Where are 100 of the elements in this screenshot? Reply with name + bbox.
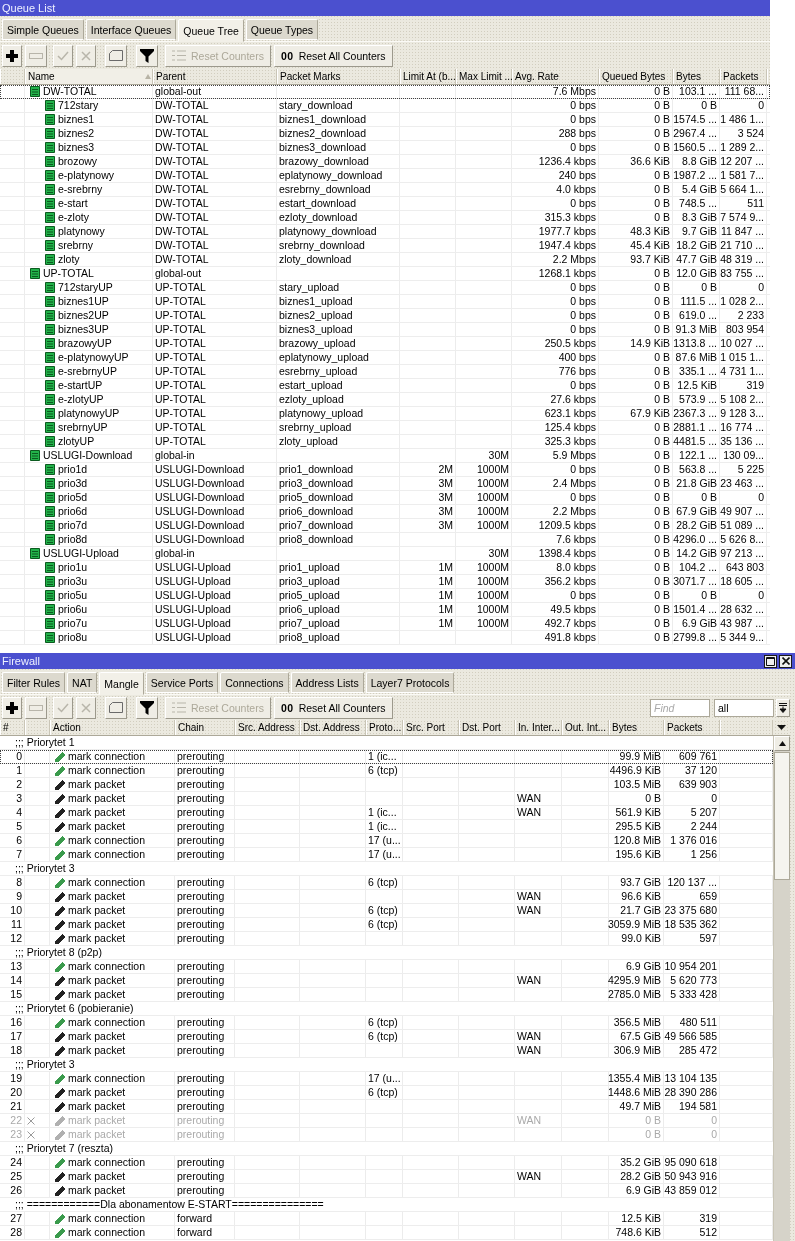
queue-row[interactable]: platynowy DW-TOTAL platynowy_download 1977.7 kbps 48.3 KiB 9.7 GiB 11 847 ... <box>0 225 770 239</box>
queue-row[interactable]: e-platynowy DW-TOTAL eplatynowy_download 240 bps 0 B 1987.2 ... 1 581 7... <box>0 169 770 183</box>
rule-row[interactable]: 20 mark packet prerouting 6 (tcp) 1448.6 MiB 28 390 286 <box>0 1086 773 1100</box>
queue-row[interactable]: zlotyUP UP-TOTAL zloty_upload 325.3 kbps 0 B 4481.5 ... 35 136 ... <box>0 435 770 449</box>
rule-row[interactable]: 4 mark packet prerouting 1 (ic... WAN 561.9 KiB 5 207 <box>0 806 773 820</box>
rule-row[interactable]: 15 mark packet prerouting 2785.0 MiB 5 333 428 <box>0 988 773 1002</box>
tab[interactable]: NAT <box>67 672 98 693</box>
tab[interactable]: Queue Types <box>245 19 319 40</box>
queue-row[interactable]: prio6u USLUGI-Upload prio6_upload 1M 1000M 49.5 kbps 0 B 1501.4 ... 28 632 ... <box>0 603 770 617</box>
tab[interactable]: Interface Queues <box>85 19 177 40</box>
rule-row[interactable]: 21 mark packet prerouting 49.7 MiB 194 581 <box>0 1100 773 1114</box>
queue-row[interactable]: prio1d USLUGI-Download prio1_download 2M 1000M 0 bps 0 B 563.8 ... 5 225 <box>0 463 770 477</box>
queue-row[interactable]: prio3d USLUGI-Download prio3_download 3M 1000M 2.4 Mbps 0 B 21.8 GiB 23 463 ... <box>0 477 770 491</box>
column-header[interactable]: Avg. Rate <box>512 69 599 84</box>
reset-all-counters-button[interactable]: 00 Reset All Counters <box>273 44 393 67</box>
column-header[interactable]: Name <box>25 69 153 84</box>
column-header[interactable]: Bytes <box>609 720 664 735</box>
column-header[interactable]: Src. Address <box>235 720 300 735</box>
comment-button[interactable] <box>105 44 127 67</box>
column-header[interactable]: Parent <box>153 69 277 84</box>
queue-row[interactable]: prio7d USLUGI-Download prio7_download 3M 1000M 1209.5 kbps 0 B 28.2 GiB 51 089 ... <box>0 519 770 533</box>
queue-row[interactable]: biznes3UP UP-TOTAL biznes3_upload 0 bps 0 B 91.3 MiB 803 954 <box>0 323 770 337</box>
queue-row[interactable]: brazowyUP UP-TOTAL brazowy_upload 250.5 kbps 14.9 KiB 1313.8 ... 10 027 ... <box>0 337 770 351</box>
rule-row[interactable]: 26 mark packet prerouting 6.9 GiB 43 859 012 <box>0 1184 773 1198</box>
queue-row[interactable]: e-start DW-TOTAL estart_download 0 bps 0 B 748.5 ... 511 <box>0 197 770 211</box>
tab[interactable]: Filter Rules <box>2 672 66 693</box>
rule-row[interactable]: 12 mark packet prerouting 99.0 KiB 597 <box>0 932 773 946</box>
filter-button[interactable] <box>136 44 158 67</box>
reset-all-counters-button[interactable]: 00 Reset All Counters <box>273 696 393 719</box>
queue-row[interactable]: prio3u USLUGI-Upload prio3_upload 1M 1000M 356.2 kbps 0 B 3071.7 ... 18 605 ... <box>0 575 770 589</box>
queue-row[interactable]: srebrny DW-TOTAL srebrny_download 1947.4 kbps 45.4 KiB 18.2 GiB 21 710 ... <box>0 239 770 253</box>
rule-row[interactable]: 28 mark connection forward 748.6 KiB 512 <box>0 1226 773 1240</box>
queue-row[interactable]: biznes2 DW-TOTAL biznes2_download 288 bps 0 B 2967.4 ... 3 524 <box>0 127 770 141</box>
rule-row[interactable]: 25 mark packet prerouting WAN 28.2 GiB 50 943 916 <box>0 1170 773 1184</box>
queue-row[interactable]: prio5d USLUGI-Download prio5_download 3M 1000M 0 bps 0 B 0 B 0 <box>0 491 770 505</box>
collapse-button[interactable] <box>776 698 790 717</box>
rule-row[interactable]: 14 mark packet prerouting WAN 4295.9 MiB 5 620 773 <box>0 974 773 988</box>
tab[interactable]: Layer7 Protocols <box>365 672 455 693</box>
queue-row[interactable]: srebrnyUP UP-TOTAL srebrny_upload 125.4 kbps 0 B 2881.1 ... 16 774 ... <box>0 421 770 435</box>
comment-row[interactable]: ;;; Priorytet 8 (p2p) <box>0 946 773 960</box>
queue-row[interactable]: brozowy DW-TOTAL brazowy_download 1236.4 kbps 36.6 KiB 8.8 GiB 12 207 ... <box>0 155 770 169</box>
scrollbar-thumb[interactable] <box>774 752 790 880</box>
scroll-up-button[interactable] <box>774 736 790 751</box>
add-button[interactable] <box>2 44 22 67</box>
queue-row[interactable]: biznes3 DW-TOTAL biznes3_download 0 bps 0 B 1560.5 ... 1 289 2... <box>0 141 770 155</box>
queue-row[interactable]: platynowyUP UP-TOTAL platynowy_upload 623.1 kbps 67.9 KiB 2367.3 ... 9 128 3... <box>0 407 770 421</box>
queue-row[interactable]: prio5u USLUGI-Upload prio5_upload 1M 1000M 0 bps 0 B 0 B 0 <box>0 589 770 603</box>
comment-row[interactable]: ;;; Priorytet 3 <box>0 862 773 876</box>
column-header[interactable]: Packets <box>664 720 720 735</box>
column-header[interactable]: Proto... <box>366 720 403 735</box>
queue-row[interactable]: e-srebrny DW-TOTAL esrebrny_download 4.0 kbps 0 B 5.4 GiB 5 664 1... <box>0 183 770 197</box>
rule-row[interactable]: 2 mark packet prerouting 103.5 MiB 639 903 <box>0 778 773 792</box>
maximize-button[interactable] <box>764 654 777 668</box>
rule-row[interactable]: 18 mark packet prerouting WAN 306.9 MiB 285 472 <box>0 1044 773 1058</box>
queue-row[interactable]: e-zlotyUP UP-TOTAL ezloty_upload 27.6 kbps 0 B 573.9 ... 5 108 2... <box>0 393 770 407</box>
rule-row[interactable]: 27 mark connection forward 12.5 KiB 319 <box>0 1212 773 1226</box>
column-header[interactable]: Action <box>50 720 175 735</box>
queue-row[interactable]: e-srebrnyUP UP-TOTAL esrebrny_upload 776 bps 0 B 335.1 ... 4 731 1... <box>0 365 770 379</box>
tab[interactable]: Queue Tree <box>178 19 244 42</box>
queue-row[interactable]: prio7u USLUGI-Upload prio7_upload 1M 1000M 492.7 kbps 0 B 6.9 GiB 43 987 ... <box>0 617 770 631</box>
comment-row[interactable]: ;;; Priorytet 7 (reszta) <box>0 1142 773 1156</box>
column-header[interactable]: Dst. Port <box>459 720 515 735</box>
column-header[interactable]: In. Inter... <box>515 720 562 735</box>
queue-row[interactable]: zloty DW-TOTAL zloty_download 2.2 Mbps 93.7 KiB 47.7 GiB 48 319 ... <box>0 253 770 267</box>
queue-row[interactable]: e-startUP UP-TOTAL estart_upload 0 bps 0 B 12.5 KiB 319 <box>0 379 770 393</box>
tab[interactable]: Simple Queues <box>2 19 84 40</box>
column-header[interactable]: Packets <box>720 69 767 84</box>
tab[interactable]: Service Ports <box>145 672 219 693</box>
queue-row[interactable]: prio8u USLUGI-Upload prio8_upload 491.8 kbps 0 B 2799.8 ... 5 344 9... <box>0 631 770 645</box>
queue-row[interactable]: prio6d USLUGI-Download prio6_download 3M 1000M 2.2 Mbps 0 B 67.9 GiB 49 907 ... <box>0 505 770 519</box>
comment-button[interactable] <box>105 696 127 719</box>
column-header[interactable]: Chain <box>175 720 235 735</box>
column-header[interactable]: Src. Port <box>403 720 459 735</box>
rule-row[interactable]: 24 mark connection prerouting 35.2 GiB 95 090 618 <box>0 1156 773 1170</box>
column-header[interactable]: Out. Int... <box>562 720 609 735</box>
comment-row[interactable]: ;;; Priorytet 3 <box>0 1058 773 1072</box>
find-field[interactable]: Find <box>650 698 710 717</box>
tab[interactable]: Address Lists <box>290 672 364 693</box>
queue-row[interactable]: biznes2UP UP-TOTAL biznes2_upload 0 bps 0 B 619.0 ... 2 233 <box>0 309 770 323</box>
rule-row[interactable]: 5 mark packet prerouting 1 (ic... 295.5 KiB 2 244 <box>0 820 773 834</box>
rule-row[interactable]: 1 mark connection prerouting 6 (tcp) 4496.9 KiB 37 120 <box>0 764 773 778</box>
column-header[interactable]: Bytes <box>673 69 720 84</box>
queue-row[interactable]: USLUGI-Download global-in 30M 5.9 Mbps 0 B 122.1 ... 130 09... <box>0 449 770 463</box>
column-header[interactable]: Max Limit ... <box>456 69 512 84</box>
queue-row[interactable]: 712staryUP UP-TOTAL stary_upload 0 bps 0 B 0 B 0 <box>0 281 770 295</box>
queue-row[interactable]: prio8d USLUGI-Download prio8_download 7.6 kbps 0 B 4296.0 ... 5 626 8... <box>0 533 770 547</box>
rule-row[interactable]: 11 mark packet prerouting 6 (tcp) 3059.9 MiB 18 535 362 <box>0 918 773 932</box>
queue-row[interactable]: UP-TOTAL global-out 1268.1 kbps 0 B 12.0 GiB 83 755 ... <box>0 267 770 281</box>
queue-row[interactable]: USLUGI-Upload global-in 30M 1398.4 kbps 0 B 14.2 GiB 97 213 ... <box>0 547 770 561</box>
queue-row[interactable]: prio1u USLUGI-Upload prio1_upload 1M 1000M 8.0 kbps 0 B 104.2 ... 643 803 <box>0 561 770 575</box>
rule-row[interactable]: 3 mark packet prerouting WAN 0 B 0 <box>0 792 773 806</box>
scrollbar[interactable] <box>773 736 790 1241</box>
rule-row[interactable]: 10 mark packet prerouting 6 (tcp) WAN 21.7 GiB 23 375 680 <box>0 904 773 918</box>
queue-row[interactable]: e-platynowyUP UP-TOTAL eplatynowy_upload 400 bps 0 B 87.6 MiB 1 015 1... <box>0 351 770 365</box>
queue-row[interactable]: DW-TOTAL global-out 7.6 Mbps 0 B 103.1 ... 111 68... <box>0 85 770 99</box>
column-header[interactable]: # <box>0 720 25 735</box>
add-button[interactable] <box>2 696 22 719</box>
comment-row[interactable]: ;;; Priorytet 6 (pobieranie) <box>0 1002 773 1016</box>
filter-button[interactable] <box>136 696 158 719</box>
rule-row[interactable]: 0 mark connection prerouting 1 (ic... 99.9 MiB 609 761 <box>0 750 773 764</box>
